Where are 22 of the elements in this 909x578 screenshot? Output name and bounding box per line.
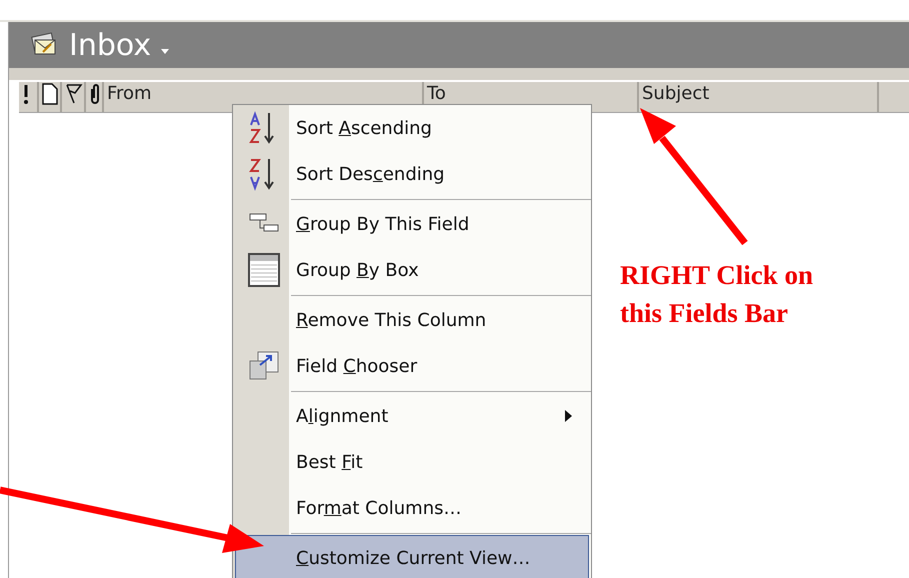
- paperclip-icon: [89, 83, 101, 105]
- exclamation-icon: [22, 83, 30, 105]
- column-header[interactable]: To: [427, 83, 446, 104]
- dropdown-arrow-icon[interactable]: [161, 49, 170, 55]
- column-header[interactable]: Subject: [642, 83, 710, 104]
- submenu-arrow-icon: [565, 410, 572, 422]
- menu-item[interactable]: Sort Descending: [235, 151, 589, 197]
- column-header[interactable]: From: [107, 83, 152, 104]
- menu-item[interactable]: Format Columns…: [235, 485, 589, 531]
- menu-item[interactable]: Field Chooser: [235, 343, 589, 389]
- flag-icon: [65, 83, 83, 105]
- folder-title[interactable]: Inbox: [69, 28, 152, 62]
- menu-item[interactable]: Customize Current View…: [235, 535, 589, 578]
- menu-item[interactable]: Group By Box: [235, 247, 589, 293]
- annotation-text: RIGHT Click on this Fields Bar: [620, 259, 814, 330]
- menu-item[interactable]: Best Fit: [235, 439, 589, 485]
- window-icon: [248, 253, 280, 287]
- menu-item[interactable]: Alignment: [235, 393, 589, 439]
- menu-item[interactable]: Sort Ascending: [235, 105, 589, 151]
- menu-item[interactable]: Group By This Field: [235, 201, 589, 247]
- menu-item[interactable]: Remove This Column: [235, 297, 589, 343]
- table-icon: [248, 351, 280, 381]
